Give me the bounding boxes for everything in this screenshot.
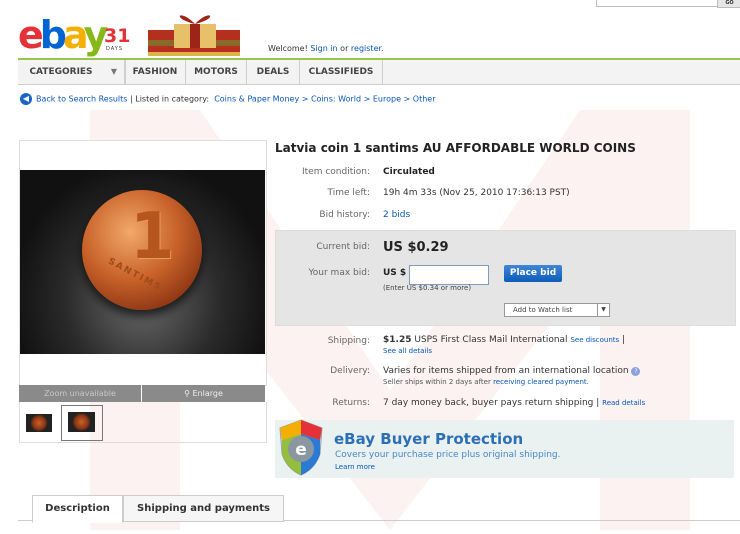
welcome-suffix: . (381, 44, 384, 53)
delivery-text: Varies for items shipped from an interna… (383, 366, 641, 376)
breadcrumb: ◀ Back to Search Results | Listed in cate… (20, 93, 436, 105)
ebay-logo[interactable]: ebay (18, 16, 108, 54)
currency-label: US $ (383, 268, 407, 278)
bid-history-link[interactable]: 2 bids (383, 210, 410, 220)
cleared-payment-link[interactable]: receiving cleared payment (493, 378, 587, 386)
logo-letter-b: b (39, 13, 67, 57)
coin-digit: 1 (130, 200, 175, 274)
nav-motors[interactable]: MOTORS (186, 60, 247, 84)
enlarge-label: Enlarge (192, 389, 223, 398)
condition-value: Circulated (383, 167, 435, 177)
buyer-protection-subtitle: Covers your purchase price plus original… (335, 450, 561, 460)
returns-pipe: | (593, 398, 603, 408)
enlarge-button[interactable]: ⚲ Enlarge (142, 385, 265, 402)
place-bid-button[interactable]: Place bid (504, 265, 562, 282)
returns-text: 7 day money back, buyer pays return ship… (383, 398, 594, 408)
sign-in-link[interactable]: Sign in (310, 44, 337, 53)
logo-letter-y: y (83, 13, 108, 57)
see-discounts-link[interactable]: See discounts (570, 336, 619, 344)
time-left-value: 19h 4m 33s (Nov 25, 2010 17:36:13 PST) (383, 188, 570, 198)
thumbnail-2[interactable] (68, 412, 95, 432)
category-navbar: CATEGORIES ▼ FASHION MOTORS DEALS CLASSI… (18, 58, 740, 85)
see-all-details-link[interactable]: See all details (383, 347, 432, 355)
nav-classifieds[interactable]: CLASSIFIEDS (300, 60, 383, 84)
days-number: 31 (104, 25, 131, 47)
thumbnail-strip (19, 402, 267, 443)
register-link[interactable]: register (351, 44, 381, 53)
nav-categories[interactable]: CATEGORIES (18, 60, 104, 84)
watch-dropdown-icon[interactable]: ▼ (597, 304, 609, 316)
welcome-message: Welcome! Sign in or register. (268, 44, 384, 53)
read-details-link[interactable]: Read details (602, 399, 645, 407)
days-label: DAYS (106, 46, 124, 52)
learn-more-link[interactable]: Learn more (335, 463, 375, 471)
info-icon[interactable]: ? (631, 367, 641, 376)
current-bid-label: Current bid: (316, 242, 370, 252)
delivery-sub-suffix: . (586, 378, 589, 386)
search-go-button[interactable]: GO (717, 0, 740, 8)
delivery-subtext: Seller ships within 2 days after receivi… (383, 378, 589, 386)
shipping-pipe: | (622, 335, 626, 345)
logo-letter-a: a (62, 13, 88, 57)
delivery-sub-prefix: Seller ships within 2 days after (383, 378, 494, 386)
item-title: Latvia coin 1 santims AU AFFORDABLE WORL… (275, 141, 636, 155)
delivery-description: Varies for items shipped from an interna… (383, 366, 629, 376)
zoom-unavailable-label: Zoom unavailable (19, 385, 142, 402)
nav-deals[interactable]: DEALS (247, 60, 300, 84)
thumbnail-1[interactable] (26, 414, 52, 432)
search-input[interactable] (596, 0, 718, 7)
back-arrow-icon[interactable]: ◀ (20, 93, 32, 105)
magnifier-icon: ⚲ (184, 389, 193, 398)
svg-text:e: e (295, 440, 307, 460)
time-left-label: Time left: (327, 188, 371, 198)
gift-box-icon (148, 15, 240, 56)
watch-list-label: Add to Watch list (513, 306, 573, 314)
shipping-method: USPS First Class Mail International (411, 335, 568, 345)
returns-label: Returns: (332, 398, 370, 408)
shipping-label: Shipping: (327, 336, 370, 346)
back-to-results-link[interactable]: Back to Search Results (36, 95, 127, 104)
welcome-or: or (337, 44, 351, 53)
returns-line: 7 day money back, buyer pays return ship… (383, 398, 645, 408)
shield-icon: e (279, 419, 323, 476)
shipping-line: $1.25 USPS First Class Mail Internationa… (383, 335, 625, 345)
max-bid-label: Your max bid: (308, 268, 370, 278)
bid-hint: (Enter US $0.34 or more) (383, 284, 472, 292)
category-path-link[interactable]: Coins & Paper Money > Coins: World > Eur… (214, 95, 435, 104)
condition-label: Item condition: (302, 167, 370, 177)
buyer-protection-title[interactable]: eBay Buyer Protection (334, 430, 523, 448)
bid-history-label: Bid history: (319, 210, 370, 220)
logo-letter-e: e (18, 13, 44, 57)
max-bid-input[interactable] (409, 265, 489, 285)
current-bid-value: US $0.29 (383, 240, 449, 255)
tab-shipping-and-payments[interactable]: Shipping and payments (123, 495, 284, 522)
breadcrumb-separator: | (130, 94, 133, 104)
chevron-down-icon[interactable]: ▼ (104, 60, 125, 84)
listed-in-label: Listed in category: (135, 94, 210, 104)
welcome-prefix: Welcome! (268, 44, 311, 53)
add-to-watch-list-button[interactable]: Add to Watch list ▼ (504, 303, 610, 317)
delivery-label: Delivery: (330, 366, 370, 376)
nav-fashion[interactable]: FASHION (125, 60, 186, 84)
tab-description[interactable]: Description (32, 495, 123, 523)
shipping-price: $1.25 (383, 335, 412, 345)
